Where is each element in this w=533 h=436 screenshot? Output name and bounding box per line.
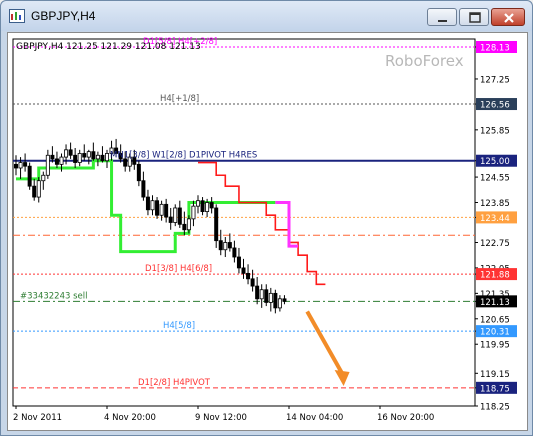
watermark: RoboForex <box>385 52 464 70</box>
x-tick-label: 14 Nov 04:00 <box>286 413 343 423</box>
level-label: D1[3/8] H4[6/8] <box>145 264 212 274</box>
close-button[interactable] <box>491 8 525 26</box>
candle <box>264 289 269 303</box>
price-marker-label: 128.13 <box>480 43 510 53</box>
candle <box>177 207 182 225</box>
candle <box>236 256 241 269</box>
candle <box>195 200 200 207</box>
candle <box>100 154 105 162</box>
minimize-button[interactable] <box>427 8 457 26</box>
y-tick-label: 122.75 <box>480 239 510 249</box>
candle <box>32 185 37 198</box>
candle <box>18 162 23 169</box>
price-marker-label: 121.88 <box>480 271 510 281</box>
candle <box>164 203 169 218</box>
price-marker-label: 123.44 <box>480 214 510 224</box>
candle <box>54 158 59 165</box>
candle <box>105 153 110 162</box>
candle <box>95 154 100 160</box>
candle <box>209 202 214 209</box>
candle <box>50 154 55 160</box>
candle <box>59 156 64 165</box>
maximize-icon <box>469 12 481 23</box>
y-tick-label: 120.65 <box>480 315 510 325</box>
price-marker-label: 118.75 <box>480 384 510 394</box>
y-tick-label: 124.55 <box>480 174 510 184</box>
candle <box>73 154 78 163</box>
candle <box>36 180 41 198</box>
candle <box>159 203 164 216</box>
candle <box>277 298 282 309</box>
candle <box>250 278 255 287</box>
price-chart[interactable]: D1[5/8] H4[+2/8]H4[+1/8]MN1[3/8] W1[2/8]… <box>8 33 527 430</box>
price-marker-label: 121.13 <box>480 298 510 308</box>
level-label: D1[2/8] H4PIVOT <box>138 378 211 388</box>
candle <box>150 200 155 211</box>
candle <box>227 242 232 249</box>
title-bar[interactable]: GBPJPY,H4 <box>1 1 532 31</box>
candle <box>182 223 187 231</box>
symbol-info: GBPJPY,H4 121.25 121.29 121.08 121.13 <box>16 42 201 52</box>
candle <box>136 163 141 182</box>
candle <box>268 292 273 303</box>
close-icon <box>504 13 514 23</box>
candle <box>41 174 46 182</box>
level-label: MN1[3/8] W1[2/8] D1PIVOT H4RES <box>110 151 257 161</box>
candle <box>86 151 91 158</box>
level-label: H4[5/8] <box>163 321 195 331</box>
chart-window-icon <box>9 9 25 23</box>
candle <box>255 285 260 300</box>
candle <box>186 218 191 231</box>
minimize-icon <box>438 20 447 22</box>
y-tick-label: 119.15 <box>480 370 510 380</box>
level-label: #33432243 sell <box>20 291 87 301</box>
candle <box>82 153 87 158</box>
candle <box>218 240 223 251</box>
candle <box>173 207 178 223</box>
candle <box>273 292 278 309</box>
candle <box>246 272 251 280</box>
price-marker-label: 126.56 <box>480 101 510 111</box>
x-tick-label: 2 Nov 2011 <box>13 413 62 423</box>
candle <box>141 180 146 198</box>
candle <box>232 247 237 258</box>
candle <box>200 200 205 212</box>
y-tick-label: 123.85 <box>480 199 510 209</box>
y-tick-label: 119.95 <box>480 341 510 351</box>
candle <box>145 196 150 211</box>
x-tick-label: 9 Nov 12:00 <box>195 413 247 423</box>
x-tick-label: 16 Nov 20:00 <box>377 413 434 423</box>
candle <box>77 153 82 163</box>
candle <box>191 205 196 220</box>
y-tick-label: 127.25 <box>480 75 510 85</box>
price-marker-label: 125.00 <box>480 157 510 167</box>
candle <box>259 289 264 300</box>
candle <box>214 207 219 242</box>
candle <box>91 151 96 160</box>
window-title: GBPJPY,H4 <box>31 9 96 23</box>
chart-area[interactable]: D1[5/8] H4[+2/8] H4[+1/8] MN1[3/8] W1[2/8]… <box>7 32 528 431</box>
chart-window: GBPJPY,H4 D1[5/8] H4[+2/8] H4[+1/8] MN1[3/… <box>0 0 533 436</box>
candle <box>205 202 210 212</box>
candle <box>282 298 287 302</box>
level-label: H4[+1/8] <box>160 94 199 104</box>
candle <box>168 216 173 223</box>
y-tick-label: 118.25 <box>480 403 510 413</box>
candle <box>14 163 19 169</box>
candle <box>27 165 32 187</box>
y-tick-label: 125.85 <box>480 126 510 136</box>
price-marker-label: 120.31 <box>480 328 510 338</box>
x-tick-label: 4 Nov 20:00 <box>104 413 156 423</box>
candle <box>45 154 50 176</box>
candle <box>68 149 73 156</box>
candle <box>241 267 246 274</box>
candle <box>23 162 28 167</box>
candle <box>64 149 69 158</box>
candle <box>155 200 160 216</box>
candle <box>223 242 228 251</box>
maximize-button[interactable] <box>459 8 489 26</box>
